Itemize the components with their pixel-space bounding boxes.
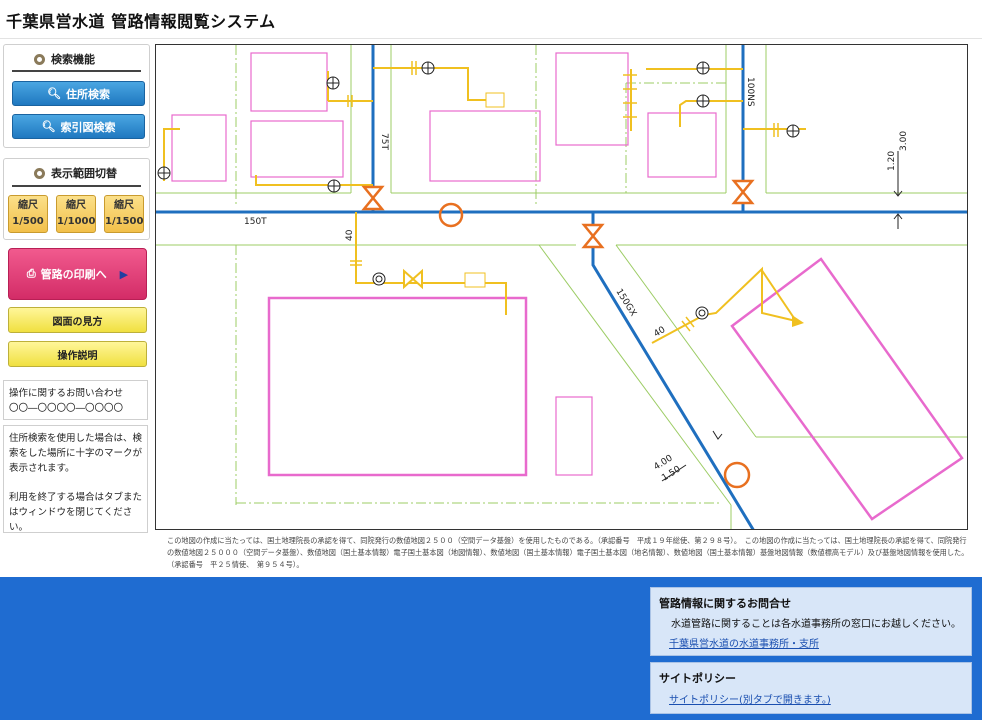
policy-box: サイトポリシー サイトポリシー(別タブで開きます。)	[650, 662, 972, 714]
triangle-right-icon: ▶	[119, 267, 129, 281]
policy-title: サイトポリシー	[659, 672, 736, 685]
map-credit: この地図の作成に当たっては、国土地理院長の承認を得て、同院発行の数値地図２５００…	[167, 536, 969, 569]
search-panel-title: 検索機能	[51, 53, 95, 66]
divider	[12, 70, 141, 72]
contact-box: 管路情報に関するお問合せ 水道管路に関することは各水道事務所の窓口にお越しくださ…	[650, 587, 972, 656]
building-large	[267, 296, 528, 477]
legend-button[interactable]: 図面の見方	[8, 307, 147, 333]
scale-panel-title: 表示範囲切替	[51, 167, 117, 180]
scale-button-1500[interactable]: 縮尺 1/1500	[104, 195, 144, 233]
building-diagonal	[730, 257, 964, 521]
search-panel: 検索機能 🔍︎ 住所検索 🔍︎ 索引図検索	[3, 44, 150, 148]
footer: 管路情報に関するお問合せ 水道管路に関することは各水道事務所の窓口にお越しくださ…	[0, 577, 982, 720]
search-icon: 🔍︎	[41, 120, 56, 133]
contact-title: 管路情報に関するお問合せ	[659, 597, 791, 610]
address-search-button[interactable]: 🔍︎ 住所検索	[12, 81, 145, 106]
help-text-2: 利用を終了する場合はタブまたはウィンドウを閉じてください。	[9, 492, 143, 533]
label-100ns: 100NS	[745, 77, 755, 107]
app-title: 千葉県営水道 管路情報閲覧システム	[6, 12, 276, 31]
divider	[12, 185, 141, 187]
bullet-icon	[34, 167, 45, 179]
help-text-1: 住所検索を使用した場合は、検索をした場所に十字のマークが表示されます。	[9, 433, 143, 474]
bullet-icon	[34, 53, 45, 65]
inquiry-box: 操作に関するお問い合わせ 〇〇―〇〇〇〇―〇〇〇〇	[3, 380, 148, 420]
print-button[interactable]: ⎙ 管路の印刷へ ▶	[8, 248, 147, 300]
label-75t: 75T	[379, 133, 389, 150]
valves	[361, 179, 755, 489]
inquiry-label: 操作に関するお問い合わせ	[9, 388, 124, 399]
depth-a-top: 3.00	[899, 131, 909, 151]
search-icon: 🔍︎	[47, 87, 61, 100]
policy-link[interactable]: サイトポリシー(別タブで開きます。)	[651, 686, 971, 706]
depth-a-bottom: 1.20	[887, 151, 897, 171]
lot-lines	[156, 45, 967, 529]
help-box: 住所検索を使用した場合は、検索をした場所に十字のマークが表示されます。 利用を終…	[3, 425, 148, 533]
header: 千葉県営水道 管路情報閲覧システム	[0, 0, 982, 39]
index-search-button[interactable]: 🔍︎ 索引図検索	[12, 114, 145, 139]
inquiry-phone: 〇〇―〇〇〇〇―〇〇〇〇	[9, 403, 124, 414]
service-pipes	[163, 67, 806, 344]
service-arrow	[792, 315, 804, 327]
scale-panel: 表示範囲切替 縮尺 1/500 縮尺 1/1000 縮尺 1/1500	[3, 158, 150, 240]
manual-button[interactable]: 操作説明	[8, 341, 147, 367]
scale-button-500[interactable]: 縮尺 1/500	[8, 195, 48, 233]
contact-link[interactable]: 千葉県営水道の水道事務所・支所	[651, 630, 971, 650]
main-pipes	[156, 45, 967, 529]
scale-button-1000[interactable]: 縮尺 1/1000	[56, 195, 96, 233]
label-150t: 150T	[244, 217, 267, 227]
pipe-map[interactable]: 75T 100NS 150T 150GX 40 40 3.00 1.20 4.0…	[155, 44, 968, 530]
label-40-a: 40	[345, 229, 355, 241]
map-canvas[interactable]: 75T 100NS 150T 150GX 40 40 3.00 1.20 4.0…	[156, 45, 968, 530]
label-40-b: 40	[652, 325, 667, 340]
printer-icon: ⎙	[26, 267, 36, 280]
contact-text: 水道管路に関することは各水道事務所の窓口にお越しください。	[671, 619, 961, 630]
